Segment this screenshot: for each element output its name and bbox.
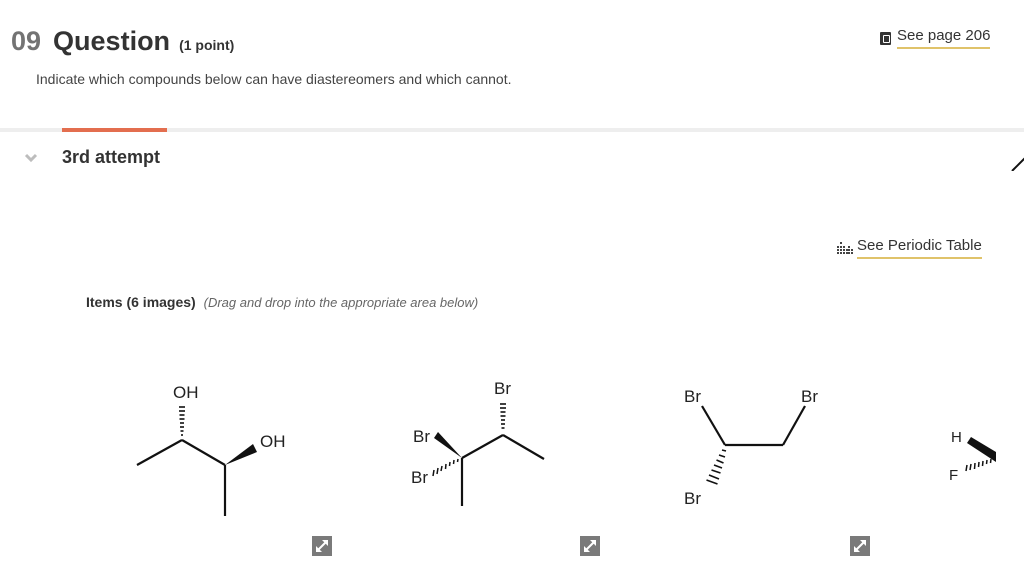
molecule-4-label-f: F: [949, 467, 958, 484]
question-instructions: Indicate which compounds below can have …: [36, 71, 512, 87]
see-periodic-table-link[interactable]: See Periodic Table: [837, 237, 982, 259]
question-number: 09: [11, 26, 42, 56]
attempt-label: 3rd attempt: [62, 147, 161, 167]
partial-line-decoration: [1011, 157, 1024, 171]
items-hint: (Drag and drop into the appropriate area…: [203, 295, 479, 310]
book-icon: [880, 31, 891, 45]
molecule-3-label-br-top-right: Br: [801, 387, 818, 406]
periodic-table-label: See Periodic Table: [857, 237, 982, 259]
molecule-4-label-h: H: [951, 429, 962, 446]
items-title: Items (6 images): [86, 294, 196, 310]
molecule-2-structure: Br Br Br: [411, 379, 545, 506]
expand-icon: [854, 540, 866, 552]
draggable-molecule-2[interactable]: Br Br Br: [390, 370, 610, 565]
expand-icon: [584, 540, 596, 552]
molecule-2-label-br-hash: Br: [411, 468, 428, 487]
expand-button-2[interactable]: [580, 536, 600, 556]
molecule-1-label-oh-top: OH: [173, 383, 199, 402]
draggable-molecule-3[interactable]: Br Br Br: [660, 370, 880, 565]
question-title: Question: [53, 26, 171, 56]
molecule-4-structure: H F: [949, 429, 996, 484]
expand-icon: [316, 540, 328, 552]
molecule-2-label-br-top: Br: [494, 379, 511, 398]
attempt-progress-indicator: [62, 128, 167, 132]
periodic-table-icon: [837, 242, 853, 254]
expand-button-3[interactable]: [850, 536, 870, 556]
attempt-toggle[interactable]: 3rd attempt: [24, 147, 160, 168]
chevron-down-icon: [24, 153, 38, 162]
molecule-3-label-br-top-left: Br: [684, 387, 701, 406]
see-page-label: See page 206: [897, 27, 991, 49]
molecule-1-label-oh-right: OH: [260, 432, 286, 451]
draggable-molecule-1[interactable]: OH OH: [120, 370, 340, 565]
see-page-link[interactable]: See page 206: [880, 27, 991, 49]
molecule-1-structure: OH OH: [136, 383, 286, 516]
question-header: 09 Question (1 point): [11, 26, 234, 57]
items-heading: Items (6 images) (Drag and drop into the…: [86, 294, 478, 310]
draggable-molecule-4[interactable]: H F: [930, 370, 1024, 565]
expand-button-1[interactable]: [312, 536, 332, 556]
molecule-3-structure: Br Br Br: [684, 387, 818, 508]
molecule-2-label-br-wedge: Br: [413, 427, 430, 446]
molecule-3-label-br-bottom: Br: [684, 489, 701, 508]
question-points: (1 point): [179, 37, 235, 53]
